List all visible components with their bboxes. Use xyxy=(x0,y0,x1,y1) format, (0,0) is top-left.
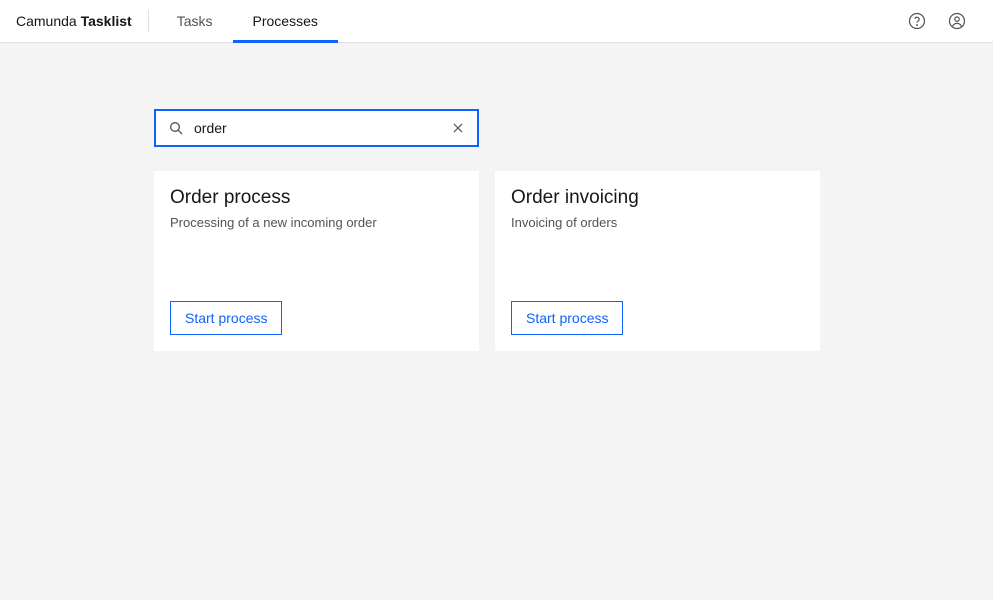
brand-name: Tasklist xyxy=(81,13,132,29)
start-process-button[interactable]: Start process xyxy=(511,301,623,335)
close-icon xyxy=(451,121,465,135)
card-title: Order process xyxy=(170,187,463,209)
nav-tabs: Tasks Processes xyxy=(157,0,338,42)
tab-tasks[interactable]: Tasks xyxy=(157,0,233,42)
search-icon xyxy=(168,120,184,136)
main-content: Order process Processing of a new incomi… xyxy=(0,43,993,351)
search-box[interactable] xyxy=(154,109,479,147)
help-icon xyxy=(908,12,926,30)
process-card-list: Order process Processing of a new incomi… xyxy=(154,171,993,351)
tab-processes[interactable]: Processes xyxy=(233,0,338,42)
start-process-button[interactable]: Start process xyxy=(170,301,282,335)
tab-label: Tasks xyxy=(177,13,213,29)
process-card: Order invoicing Invoicing of orders Star… xyxy=(495,171,820,351)
card-description: Invoicing of orders xyxy=(511,215,804,230)
card-title: Order invoicing xyxy=(511,187,804,209)
tab-label: Processes xyxy=(253,13,318,29)
brand-label: Camunda Tasklist xyxy=(16,13,148,29)
card-description: Processing of a new incoming order xyxy=(170,215,463,230)
process-card: Order process Processing of a new incomi… xyxy=(154,171,479,351)
help-button[interactable] xyxy=(897,1,937,41)
user-icon xyxy=(948,12,966,30)
app-header: Camunda Tasklist Tasks Processes xyxy=(0,0,993,43)
clear-search-button[interactable] xyxy=(451,121,465,135)
search-input[interactable] xyxy=(194,120,451,136)
user-button[interactable] xyxy=(937,1,977,41)
brand-prefix: Camunda xyxy=(16,13,81,29)
header-divider xyxy=(148,10,149,32)
